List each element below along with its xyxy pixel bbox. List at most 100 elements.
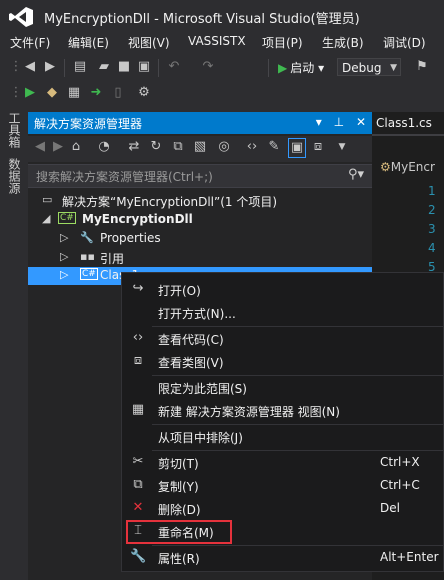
collapse-all-icon[interactable]: ⧉: [170, 136, 186, 158]
menu-item-label: 删除(D): [158, 503, 201, 517]
search-input[interactable]: 搜索解决方案资源管理器(Ctrl+;): [36, 168, 213, 185]
refresh-icon[interactable]: ↻: [148, 136, 164, 158]
navigation-dropdown[interactable]: ⚙MyEncr: [380, 160, 435, 174]
save-icon[interactable]: ■: [116, 56, 132, 78]
back-icon[interactable]: ◀: [22, 56, 38, 78]
menu-item-open-with[interactable]: 打开方式(N)...: [122, 302, 443, 324]
redo-icon[interactable]: ↷: [200, 56, 216, 78]
solution-explorer-toolbar: ◀ ▶ ⌂ ◔ ⇄ ↻ ⧉ ▧ ◎ ‹› ✎ ▣ ⧈ ▼: [28, 136, 372, 162]
solution-configuration-select[interactable]: Debug ▼: [337, 58, 401, 76]
class-diagram-icon[interactable]: ⧈: [310, 136, 326, 158]
menu-item-exclude-from-project[interactable]: 从项目中排除(J): [122, 426, 443, 448]
menu-item-label: 从项目中排除(J): [158, 431, 243, 445]
undo-icon[interactable]: ↶: [166, 56, 182, 78]
menu-build[interactable]: 生成(B): [322, 34, 364, 51]
csharp-file-icon: C#: [80, 268, 98, 280]
visual-studio-logo-icon: [9, 7, 33, 27]
pin-icon[interactable]: ⊥: [334, 115, 344, 129]
menu-item-open[interactable]: ↪ 打开(O): [122, 279, 443, 301]
back-icon[interactable]: ◀: [32, 136, 48, 158]
start-label: 启动: [290, 61, 315, 75]
chevron-down-icon[interactable]: ▼: [334, 136, 350, 158]
next-icon[interactable]: ➜: [88, 82, 104, 104]
menu-item-label: 剪切(T): [158, 457, 199, 471]
menu-item-label: 查看类图(V): [158, 356, 224, 370]
preview-selected-icon[interactable]: ▣: [288, 138, 306, 158]
copy-icon: ⧉: [133, 477, 143, 492]
menu-file[interactable]: 文件(F): [10, 34, 50, 51]
expanded-arrow-icon: ◢: [42, 212, 51, 225]
history-icon[interactable]: ◔: [96, 136, 112, 158]
toolbar-separator: [158, 59, 159, 77]
collapsed-arrow-icon: ▷: [60, 250, 69, 263]
title-bar: MyEncryptionDll - Microsoft Visual Studi…: [0, 0, 444, 32]
collapsed-arrow-icon: ▷: [60, 231, 69, 244]
tree-item-properties[interactable]: ▷ 🔧 Properties: [28, 230, 372, 248]
line-number: 3: [428, 222, 436, 236]
window-title: MyEncryptionDll - Microsoft Visual Studi…: [44, 12, 360, 27]
solution-explorer-header: 解决方案资源管理器 ▾ ⊥ ✕: [28, 112, 372, 134]
collapsed-arrow-icon: ▷: [60, 268, 69, 281]
menu-item-copy[interactable]: ⧉ 复制(Y) Ctrl+C: [122, 475, 443, 497]
toolbar-separator: [268, 59, 269, 77]
toolbox-tab[interactable]: 工具箱: [6, 112, 23, 148]
line-number: 2: [428, 203, 436, 217]
menu-view[interactable]: 视图(V): [128, 34, 170, 51]
document-icon[interactable]: ▦: [66, 82, 82, 104]
close-icon[interactable]: ✕: [356, 115, 366, 129]
wrench-icon[interactable]: ✎: [266, 136, 282, 158]
menu-item-properties[interactable]: 🔧 属性(R) Alt+Enter: [122, 547, 443, 569]
menu-item-view-class-diagram[interactable]: ⧈ 查看类图(V): [122, 351, 443, 373]
menu-item-label: 打开方式(N)...: [158, 307, 236, 321]
menu-item-new-explorer-view[interactable]: ▦ 新建 解决方案资源管理器 视图(N): [122, 400, 443, 422]
menu-edit[interactable]: 编辑(E): [68, 34, 109, 51]
tab-strip-divider: [372, 134, 444, 136]
tree-item-label: 解决方案“MyEncryptionDll”(1 个项目): [62, 195, 278, 209]
menu-debug[interactable]: 调试(D): [383, 34, 426, 51]
menu-project[interactable]: 项目(P): [262, 34, 303, 51]
line-number: 1: [428, 184, 436, 198]
menu-item-scope-to-this[interactable]: 限定为此范围(S): [122, 377, 443, 399]
find-in-files-icon[interactable]: ⚑: [414, 56, 430, 78]
tools-icon[interactable]: ⚙: [136, 82, 152, 104]
sync-icon[interactable]: ⇄: [126, 136, 142, 158]
wrench-icon: 🔧: [130, 549, 147, 564]
scissors-icon: ✂: [132, 454, 144, 469]
bookmark-icon[interactable]: ▯: [110, 82, 126, 104]
open-file-icon[interactable]: ▰: [96, 56, 112, 78]
class-diagram-icon: ⧈: [133, 353, 143, 368]
menu-separator: [152, 545, 443, 546]
view-code-icon[interactable]: ◎: [216, 136, 232, 158]
menu-item-view-code[interactable]: ‹› 查看代码(C): [122, 328, 443, 350]
tree-item-label: MyEncryptionDll: [82, 212, 193, 226]
tree-item-solution[interactable]: ▭ 解决方案“MyEncryptionDll”(1 个项目): [28, 192, 372, 210]
solution-icon: ▭: [42, 193, 53, 206]
data-sources-tab[interactable]: 数据源: [6, 158, 23, 194]
menu-item-shortcut: Alt+Enter: [380, 550, 439, 564]
start-debugging-button[interactable]: ▶ 启动 ▾: [278, 58, 324, 78]
menu-item-cut[interactable]: ✂ 剪切(T) Ctrl+X: [122, 452, 443, 474]
save-all-icon[interactable]: ▣: [136, 56, 152, 78]
run-icon[interactable]: ▶: [22, 82, 38, 104]
menu-bar: 文件(F) 编辑(E) 视图(V) VASSISTX 项目(P) 生成(B) 调…: [0, 32, 444, 52]
forward-icon[interactable]: ▶: [42, 56, 58, 78]
code-brackets-icon: ‹›: [132, 330, 144, 345]
play-icon: ▶: [278, 61, 288, 75]
new-project-icon[interactable]: ▤: [72, 56, 88, 78]
show-all-files-icon[interactable]: ▧: [192, 136, 208, 158]
tree-item-references[interactable]: ▷ ▪▪ 引用: [28, 249, 372, 267]
search-icon[interactable]: ⚲▾: [348, 167, 364, 182]
menu-item-delete[interactable]: ✕ 删除(D) Del: [122, 498, 443, 520]
menu-item-label: 打开(O): [158, 284, 201, 298]
dropdown-icon[interactable]: ▾: [316, 115, 322, 129]
configuration-value: Debug: [342, 61, 382, 75]
solution-search-box[interactable]: 搜索解决方案资源管理器(Ctrl+;) ⚲▾: [28, 164, 372, 188]
tab-class1[interactable]: Class1.cs: [376, 116, 432, 130]
code-brackets-icon[interactable]: ‹›: [244, 136, 260, 158]
menu-vassistx[interactable]: VASSISTX: [188, 34, 246, 48]
tree-item-project[interactable]: ◢ C# MyEncryptionDll: [28, 211, 372, 229]
solution-explorer-title: 解决方案资源管理器: [34, 117, 143, 131]
step-icon[interactable]: ◆: [44, 82, 60, 104]
forward-icon[interactable]: ▶: [50, 136, 66, 158]
home-icon[interactable]: ⌂: [68, 136, 84, 158]
